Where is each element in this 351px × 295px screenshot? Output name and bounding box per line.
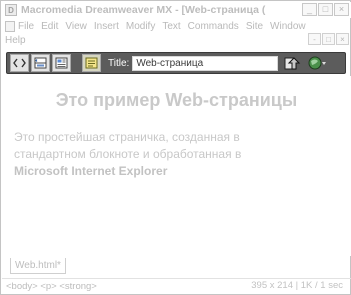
menu-window[interactable]: Window <box>270 21 306 32</box>
menu-file[interactable]: File <box>18 21 34 32</box>
preview-in-browser-icon <box>308 56 327 70</box>
document-controls: - □ × <box>308 33 349 45</box>
window-controls: _ □ × <box>302 3 349 16</box>
file-management-button[interactable] <box>281 54 303 72</box>
document-title-input[interactable]: Web-страница <box>132 55 279 71</box>
window-titlebar[interactable]: D Macromedia Dreamweaver MX - [Web-стран… <box>2 2 351 18</box>
page-paragraph: Это простейшая страничка, созданная в ст… <box>14 129 334 180</box>
window-size[interactable]: 395 x 214 <box>251 280 293 291</box>
menu-insert[interactable]: Insert <box>94 21 119 32</box>
preview-in-browser-button[interactable] <box>306 54 328 72</box>
dreamweaver-window: D Macromedia Dreamweaver MX - [Web-стран… <box>0 0 351 295</box>
status-bar: <body> <p> <strong> 395 x 214 | 1K / 1 s… <box>2 278 351 294</box>
menu-site[interactable]: Site <box>246 21 263 32</box>
doc-minimize-button[interactable]: - <box>308 33 321 45</box>
menu-help[interactable]: Help <box>5 35 26 46</box>
code-view-icon <box>13 58 26 68</box>
minimize-button[interactable]: _ <box>302 3 317 16</box>
download-time: 1K / 1 sec <box>300 280 343 291</box>
tag-selector[interactable]: <body> <p> <strong> <box>6 281 97 292</box>
file-management-icon <box>284 57 301 70</box>
menu-bar: File Edit View Insert Modify Text Comman… <box>2 19 351 49</box>
live-data-button[interactable] <box>82 54 101 72</box>
split-view-button[interactable] <box>31 54 50 72</box>
paragraph-line: Это простейшая страничка, созданная в <box>14 130 240 144</box>
maximize-button[interactable]: □ <box>318 3 333 16</box>
live-data-icon <box>85 57 98 69</box>
design-view-button[interactable] <box>52 54 71 72</box>
status-info: 395 x 214 | 1K / 1 sec <box>251 280 343 291</box>
doc-restore-button[interactable]: □ <box>322 33 335 45</box>
tab-web-html[interactable]: Web.html* <box>10 258 66 274</box>
dreamweaver-icon: D <box>5 4 17 16</box>
design-view-icon <box>55 57 68 69</box>
code-view-button[interactable] <box>10 54 29 72</box>
document-tabs: Web.html* <box>2 256 351 276</box>
design-view-canvas[interactable]: Это пример Web-страницы Это простейшая с… <box>2 76 351 256</box>
menu-view[interactable]: View <box>65 21 87 32</box>
split-view-icon <box>34 57 47 69</box>
menu-edit[interactable]: Edit <box>41 21 58 32</box>
paragraph-line: стандартном блокноте и обработанная в <box>14 147 242 161</box>
doc-close-button[interactable]: × <box>336 33 349 45</box>
title-label: Title: <box>108 57 130 69</box>
close-button[interactable]: × <box>334 3 349 16</box>
page-heading: Это пример Web-страницы <box>55 90 298 110</box>
window-title: Macromedia Dreamweaver MX - [Web-страниц… <box>21 4 266 16</box>
document-icon[interactable] <box>5 20 15 32</box>
menu-text[interactable]: Text <box>162 21 180 32</box>
paragraph-bold-text: Microsoft Internet Explorer <box>14 164 168 178</box>
document-toolbar: Title: Web-страница <box>6 52 346 74</box>
menu-commands[interactable]: Commands <box>188 21 239 32</box>
menu-modify[interactable]: Modify <box>126 21 155 32</box>
